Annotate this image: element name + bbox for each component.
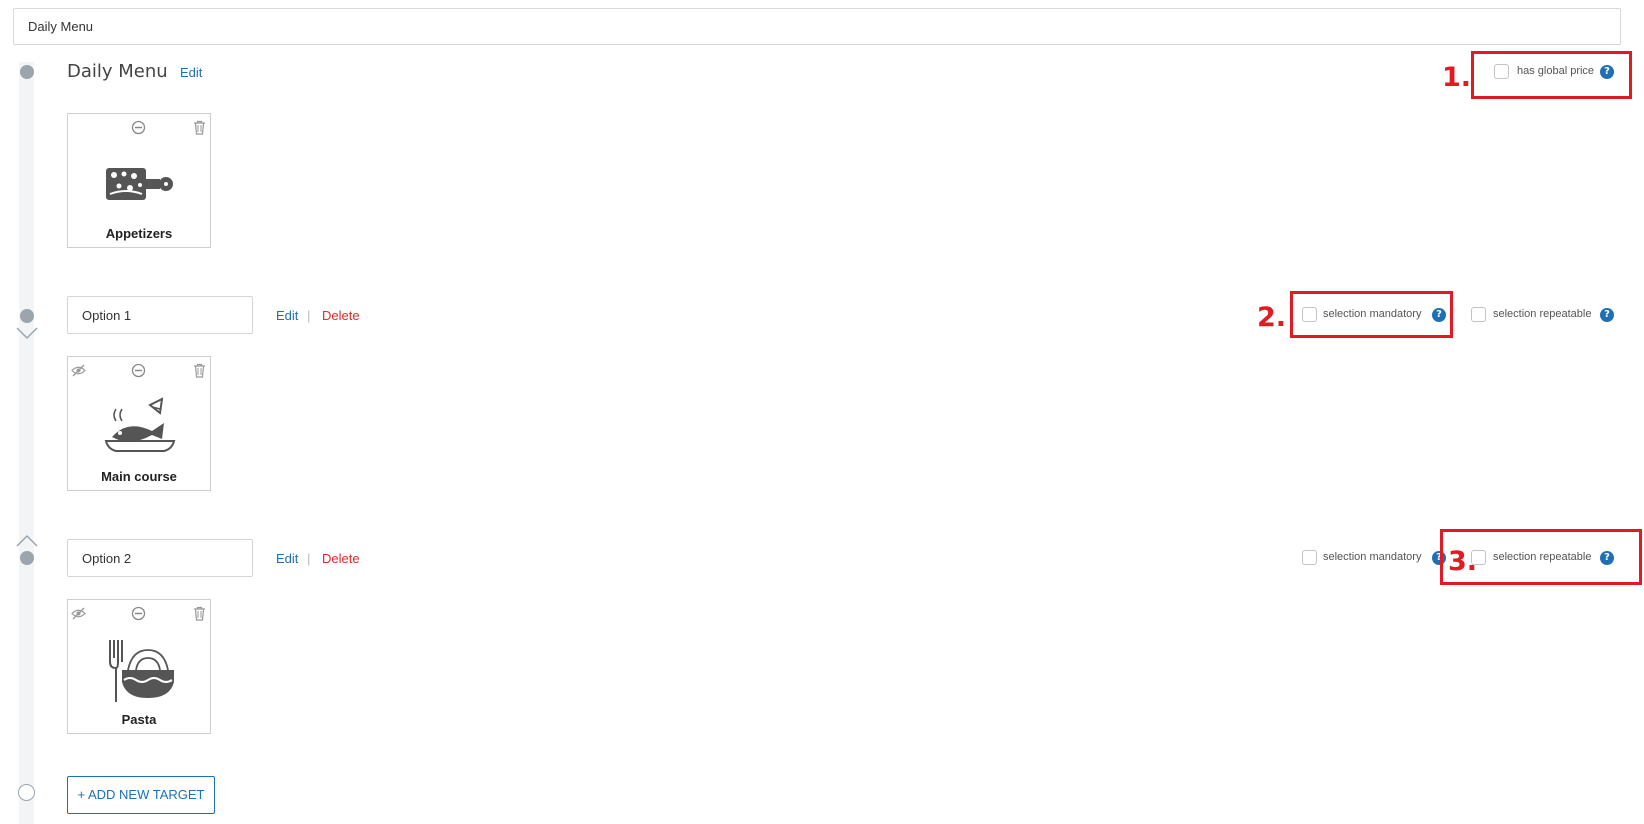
option-delete-link[interactable]: Delete bbox=[322, 551, 360, 566]
option-name-input[interactable] bbox=[67, 296, 253, 334]
option-delete-link[interactable]: Delete bbox=[322, 308, 360, 323]
trash-icon[interactable] bbox=[192, 606, 207, 621]
timeline-rail bbox=[19, 62, 34, 824]
chevron-up-icon[interactable] bbox=[15, 534, 39, 548]
menu-title: Daily Menu bbox=[67, 61, 168, 82]
category-card-main-course[interactable]: Main course bbox=[67, 356, 211, 491]
trash-icon[interactable] bbox=[192, 120, 207, 135]
divider: | bbox=[307, 551, 311, 566]
category-card-appetizers[interactable]: Appetizers bbox=[67, 113, 211, 248]
selection-mandatory-label: selection mandatory bbox=[1323, 308, 1422, 320]
eye-slash-icon[interactable] bbox=[71, 606, 86, 621]
minus-circle-icon[interactable] bbox=[131, 606, 146, 621]
option-edit-link[interactable]: Edit bbox=[276, 551, 298, 566]
help-icon[interactable]: ? bbox=[1600, 551, 1614, 565]
option-edit-link[interactable]: Edit bbox=[276, 308, 298, 323]
fish-dish-icon bbox=[104, 397, 176, 452]
chevron-down-icon[interactable] bbox=[15, 326, 39, 340]
selection-repeatable-label: selection repeatable bbox=[1493, 551, 1592, 563]
global-price-checkbox[interactable] bbox=[1494, 64, 1509, 79]
selection-repeatable-label: selection repeatable bbox=[1493, 308, 1592, 320]
pasta-bowl-icon bbox=[109, 640, 174, 702]
add-new-target-button[interactable]: + ADD NEW TARGET bbox=[67, 776, 215, 814]
cutting-board-icon bbox=[106, 168, 173, 200]
minus-circle-icon[interactable] bbox=[131, 363, 146, 378]
help-icon[interactable]: ? bbox=[1600, 65, 1614, 79]
timeline-dot bbox=[20, 551, 34, 565]
menu-name-input[interactable] bbox=[13, 8, 1621, 45]
card-label: Main course bbox=[101, 469, 177, 484]
annotation-2: 2. bbox=[1257, 302, 1287, 333]
selection-repeatable-checkbox[interactable] bbox=[1471, 307, 1486, 322]
menu-edit-link[interactable]: Edit bbox=[180, 65, 202, 80]
annotation-1: 1. bbox=[1442, 62, 1472, 93]
minus-circle-icon[interactable] bbox=[131, 120, 146, 135]
help-icon[interactable]: ? bbox=[1432, 308, 1446, 322]
option-name-input[interactable] bbox=[67, 539, 253, 577]
help-icon[interactable]: ? bbox=[1600, 308, 1614, 322]
card-label: Pasta bbox=[121, 712, 157, 727]
divider: | bbox=[307, 308, 311, 323]
selection-mandatory-label: selection mandatory bbox=[1323, 551, 1422, 563]
trash-icon[interactable] bbox=[192, 363, 207, 378]
selection-repeatable-checkbox[interactable] bbox=[1471, 550, 1486, 565]
selection-mandatory-checkbox[interactable] bbox=[1302, 307, 1317, 322]
timeline-dot-empty bbox=[18, 784, 35, 801]
eye-slash-icon[interactable] bbox=[71, 363, 86, 378]
timeline-dot bbox=[20, 309, 34, 323]
selection-mandatory-checkbox[interactable] bbox=[1302, 550, 1317, 565]
timeline-dot bbox=[20, 65, 34, 79]
card-label: Appetizers bbox=[105, 226, 173, 241]
global-price-label: has global price bbox=[1517, 65, 1595, 77]
category-card-pasta[interactable]: Pasta bbox=[67, 599, 211, 734]
